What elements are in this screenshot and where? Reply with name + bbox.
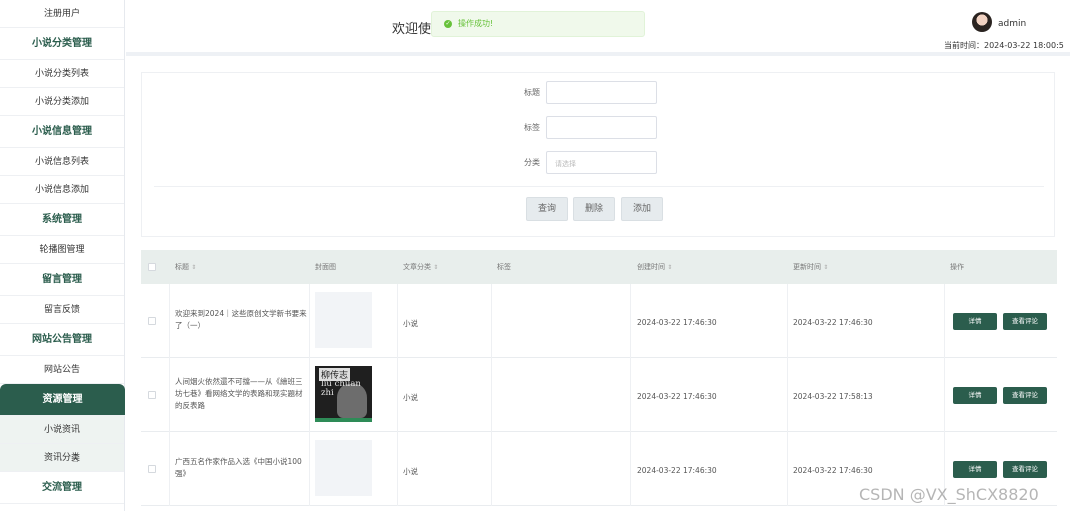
- sidebar-group-exchange[interactable]: 交流管理: [0, 472, 124, 504]
- row-checkbox[interactable]: [148, 317, 156, 325]
- current-time: 当前时间：2024-03-22 18:00:5: [944, 41, 1064, 50]
- row-checkbox[interactable]: [148, 391, 156, 399]
- detail-button[interactable]: 详情: [953, 461, 997, 478]
- avatar[interactable]: [972, 12, 992, 32]
- main-content: 标题 标签 分类 请选择 查询 删除 添加 标题 ⇕ 封面图 文章分类 ⇕ 标签…: [126, 60, 1070, 511]
- row-category: 小说: [403, 467, 418, 476]
- sidebar-group-announcements[interactable]: 网站公告管理: [0, 324, 124, 356]
- title-filter-label: 标题: [524, 88, 540, 97]
- select-all-checkbox[interactable]: [148, 263, 156, 271]
- title-input[interactable]: [546, 81, 657, 104]
- table-row: 欢迎来到2024｜这些原创文学新书要来了（一） 小说 2024-03-22 17…: [141, 284, 1057, 358]
- tag-filter-row: 标签: [502, 116, 702, 140]
- col-tags: 标签: [497, 263, 511, 271]
- delete-button[interactable]: 删除: [573, 197, 615, 221]
- watermark: CSDN @VX_ShCX8820: [859, 485, 1039, 504]
- search-form: 标题 标签 分类 请选择 查询 删除 添加: [141, 72, 1055, 237]
- sidebar-item-novel-news[interactable]: 小说资讯: [0, 416, 124, 444]
- tag-input[interactable]: [546, 116, 657, 139]
- sidebar-item-novel-add[interactable]: 小说信息添加: [0, 176, 124, 204]
- sidebar-item-news-category[interactable]: 资讯分类: [0, 444, 124, 472]
- row-title: 广西五名作家作品入选《中国小说100强》: [175, 457, 302, 478]
- title-filter-row: 标题: [502, 81, 702, 105]
- add-button[interactable]: 添加: [621, 197, 663, 221]
- detail-button[interactable]: 详情: [953, 387, 997, 404]
- cover-image: 柳传志 liu chuan zhi: [315, 366, 372, 422]
- category-filter-label: 分类: [524, 158, 540, 167]
- form-divider: [154, 186, 1044, 187]
- sort-icon: ⇕: [823, 264, 829, 271]
- check-circle-icon: ✓: [444, 19, 452, 28]
- view-comments-button[interactable]: 查看评论: [1003, 313, 1047, 330]
- sidebar-item-category-list[interactable]: 小说分类列表: [0, 60, 124, 88]
- col-category[interactable]: 文章分类 ⇕: [403, 262, 438, 272]
- col-title[interactable]: 标题 ⇕: [175, 262, 196, 272]
- col-created[interactable]: 创建时间 ⇕: [637, 262, 672, 272]
- view-comments-button[interactable]: 查看评论: [1003, 387, 1047, 404]
- col-cover: 封面图: [315, 263, 336, 271]
- row-title: 人间烟火依然還不可擋——从《繪班三坊七巷》看网络文学的表路和现实題材的反表路: [175, 377, 303, 410]
- detail-button[interactable]: 详情: [953, 313, 997, 330]
- sidebar-item-carousel[interactable]: 轮播图管理: [0, 236, 124, 264]
- table-header: 标题 ⇕ 封面图 文章分类 ⇕ 标签 创建时间 ⇕ 更新时间 ⇕ 操作: [141, 250, 1057, 284]
- col-updated[interactable]: 更新时间 ⇕: [793, 262, 828, 272]
- sidebar: 注册用户 小说分类管理 小说分类列表 小说分类添加 小说信息管理 小说信息列表 …: [0, 0, 125, 511]
- sidebar-group-messages[interactable]: 留言管理: [0, 264, 124, 296]
- row-updated: 2024-03-22 17:46:30: [793, 318, 873, 327]
- cover-image: [315, 292, 372, 348]
- welcome-text: 欢迎使: [392, 22, 432, 37]
- pointer-cursor-icon: ☝: [72, 452, 79, 465]
- cover-name: liu chuan zhi: [321, 379, 361, 398]
- category-filter-row: 分类 请选择: [502, 151, 702, 175]
- table-row: 人间烟火依然還不可擋——从《繪班三坊七巷》看网络文学的表路和现实題材的反表路 柳…: [141, 358, 1057, 432]
- query-button[interactable]: 查询: [526, 197, 568, 221]
- row-updated: 2024-03-22 17:46:30: [793, 466, 873, 475]
- sidebar-item-register-users[interactable]: 注册用户: [0, 0, 124, 28]
- success-toast: ✓ 操作成功!: [431, 11, 645, 37]
- row-created: 2024-03-22 17:46:30: [637, 392, 717, 401]
- sidebar-group-resources[interactable]: 资源管理: [0, 384, 125, 416]
- category-select[interactable]: 请选择: [546, 151, 657, 174]
- toast-message: 操作成功!: [458, 19, 494, 28]
- row-category: 小说: [403, 393, 418, 402]
- sidebar-item-announcement[interactable]: 网站公告: [0, 356, 124, 384]
- sidebar-group-novel-info[interactable]: 小说信息管理: [0, 116, 124, 148]
- username[interactable]: admin: [998, 19, 1026, 29]
- tag-filter-label: 标签: [524, 123, 540, 132]
- sidebar-item-category-add[interactable]: 小说分类添加: [0, 88, 124, 116]
- row-category: 小说: [403, 319, 418, 328]
- sort-icon: ⇕: [433, 264, 439, 271]
- row-checkbox[interactable]: [148, 465, 156, 473]
- sidebar-group-novel-category[interactable]: 小说分类管理: [0, 28, 124, 60]
- sidebar-item-novel-list[interactable]: 小说信息列表: [0, 148, 124, 176]
- top-header: 欢迎使 ✓ 操作成功! admin 当前时间：2024-03-22 18:00:5: [126, 0, 1070, 56]
- sort-icon: ⇕: [191, 264, 197, 271]
- row-updated: 2024-03-22 17:58:13: [793, 392, 873, 401]
- row-title: 欢迎来到2024｜这些原创文学新书要来了（一）: [175, 309, 307, 330]
- row-created: 2024-03-22 17:46:30: [637, 318, 717, 327]
- col-actions: 操作: [950, 263, 964, 271]
- sidebar-item-feedback[interactable]: 留言反馈: [0, 296, 124, 324]
- view-comments-button[interactable]: 查看评论: [1003, 461, 1047, 478]
- sort-icon: ⇕: [667, 264, 673, 271]
- sidebar-group-system[interactable]: 系统管理: [0, 204, 124, 236]
- cover-image: [315, 440, 372, 496]
- row-created: 2024-03-22 17:46:30: [637, 466, 717, 475]
